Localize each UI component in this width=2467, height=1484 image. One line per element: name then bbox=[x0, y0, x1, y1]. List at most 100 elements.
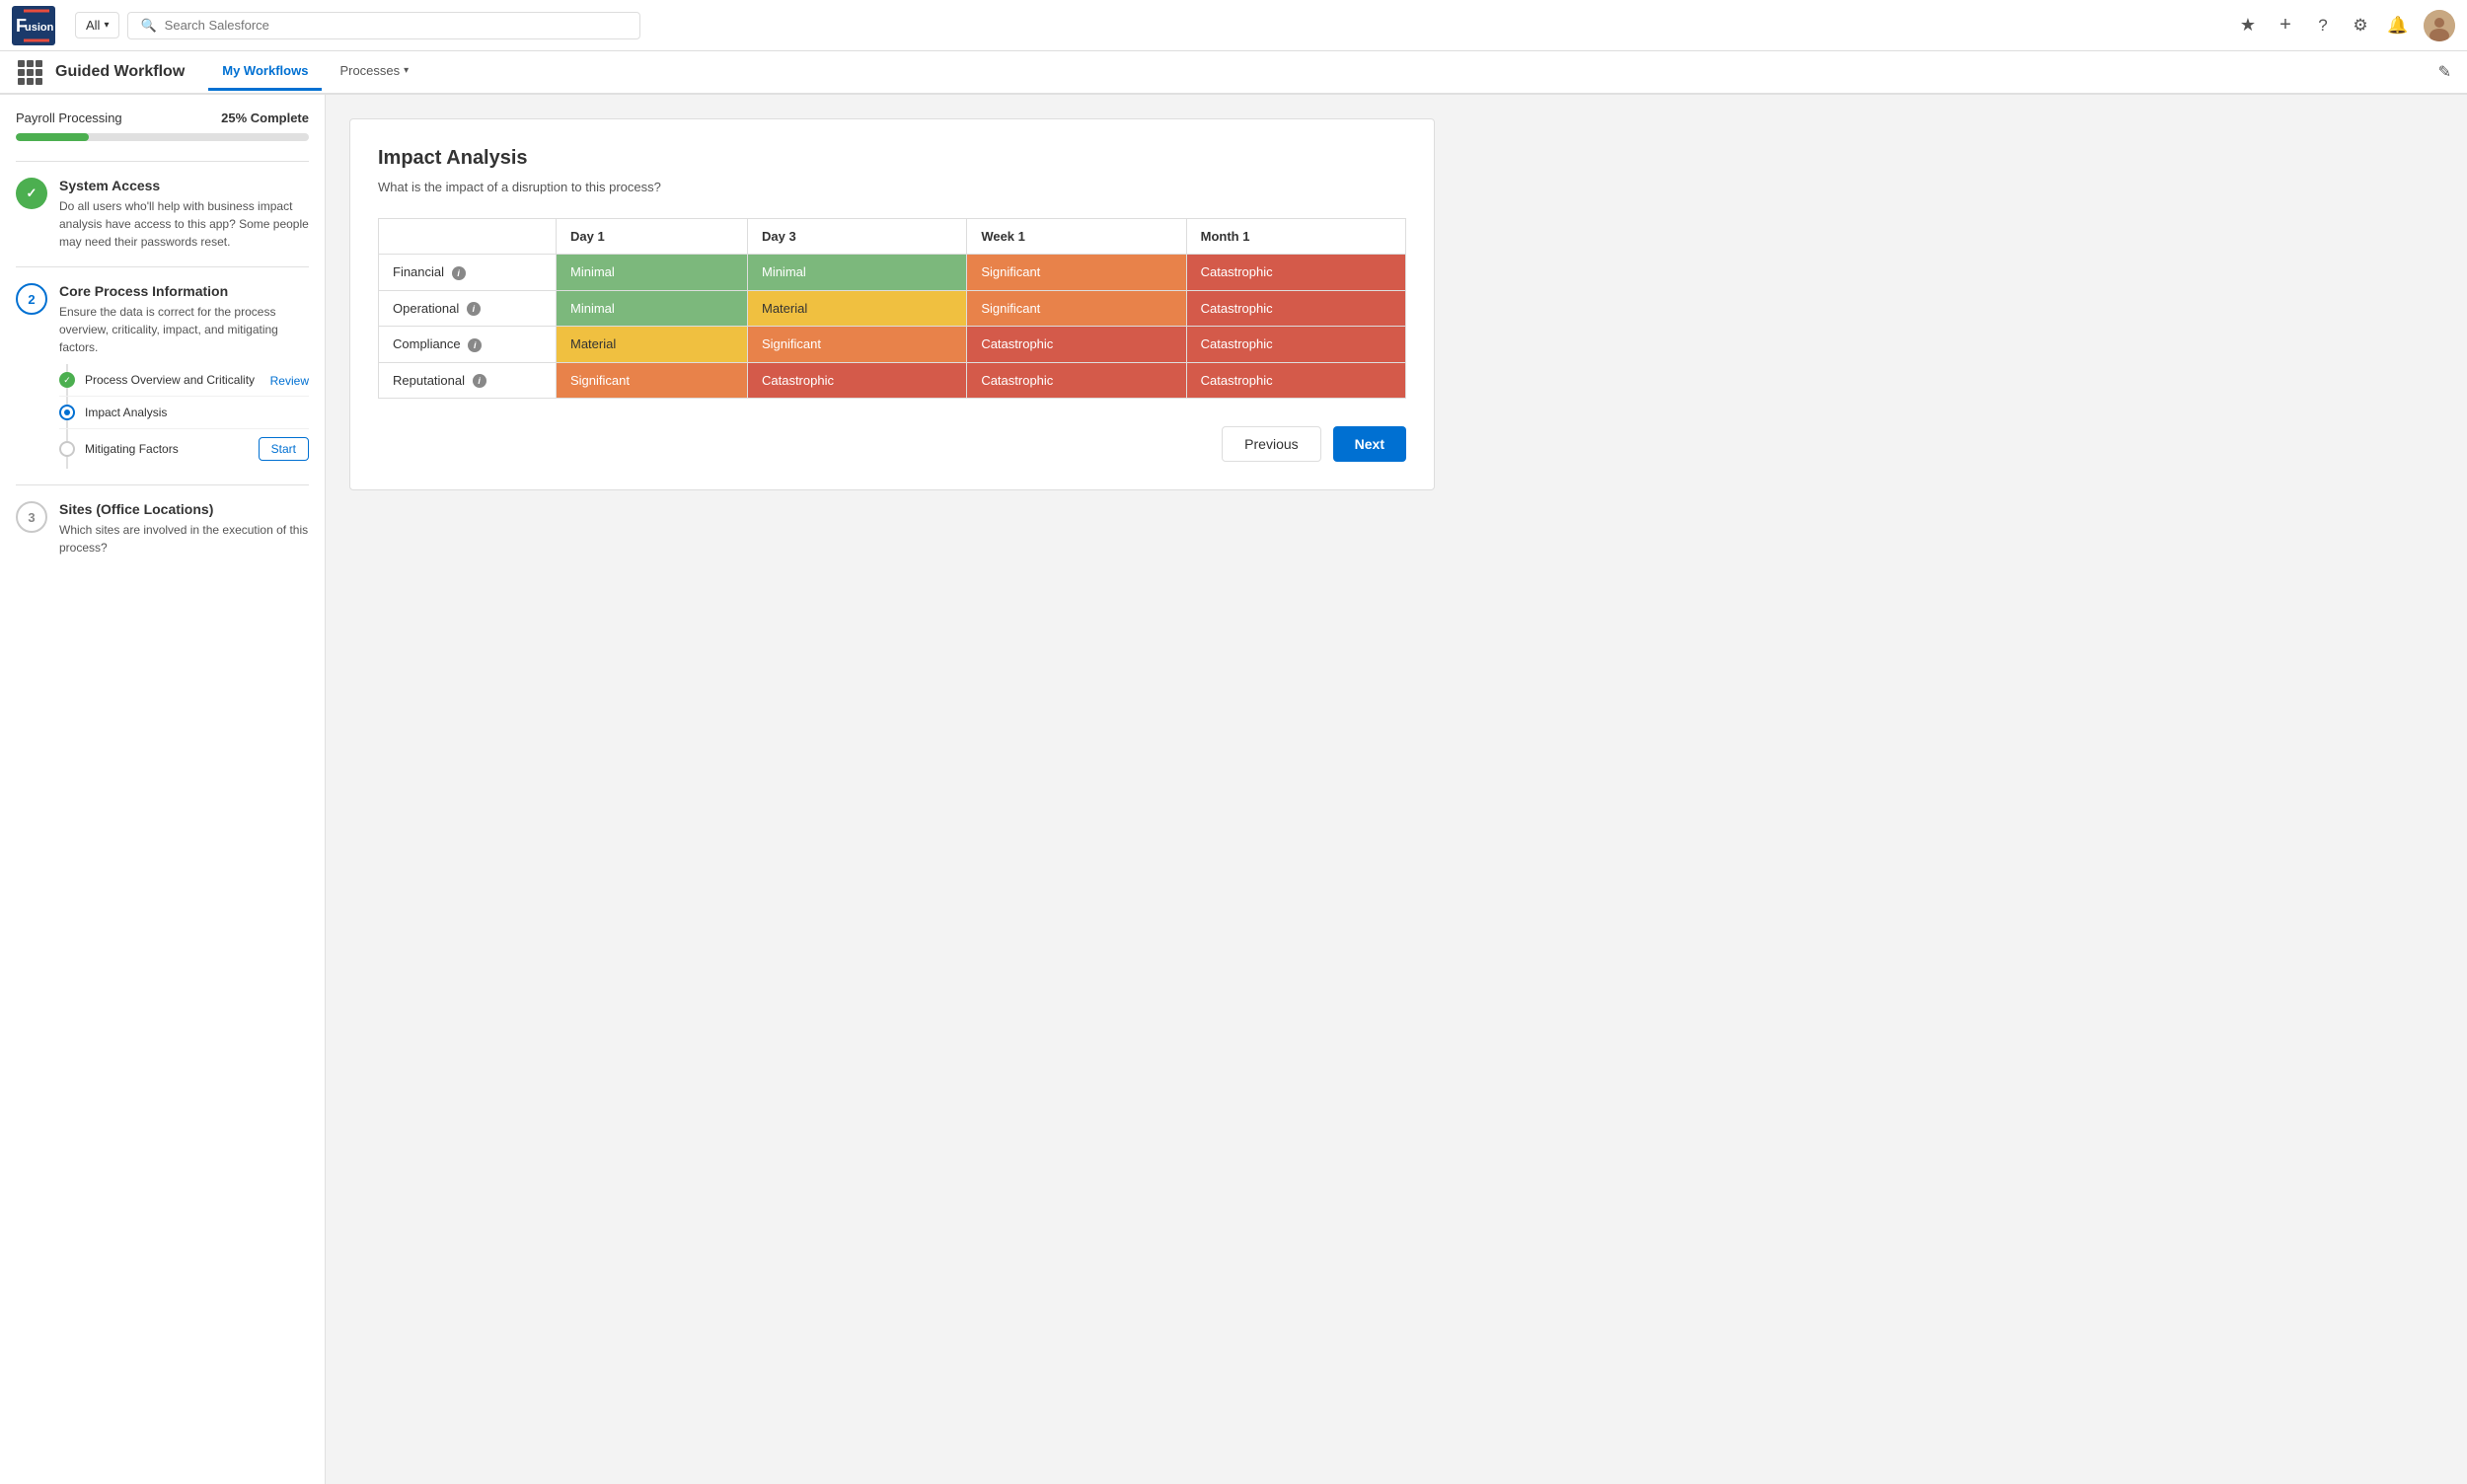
divider-2 bbox=[16, 266, 309, 267]
step-2-circle: 2 bbox=[16, 283, 47, 315]
impact-cell[interactable]: Catastrophic bbox=[1186, 290, 1405, 327]
review-link[interactable]: Review bbox=[270, 374, 309, 388]
step-1-header: ✓ System Access Do all users who'll help… bbox=[16, 178, 309, 251]
category-cell-operational: Operational i bbox=[379, 290, 557, 327]
search-icon: 🔍 bbox=[140, 18, 156, 34]
fusion-logo[interactable]: F usion bbox=[12, 6, 55, 45]
impact-cell[interactable]: Significant bbox=[557, 362, 748, 399]
action-row: Previous Next bbox=[378, 426, 1406, 462]
col-header-day1: Day 1 bbox=[557, 219, 748, 255]
impact-cell[interactable]: Minimal bbox=[557, 255, 748, 291]
next-button[interactable]: Next bbox=[1333, 426, 1406, 462]
progress-bar-background bbox=[16, 133, 309, 141]
divider-3 bbox=[16, 484, 309, 485]
impact-cell[interactable]: Significant bbox=[967, 290, 1186, 327]
step-2-description: Ensure the data is correct for the proce… bbox=[59, 303, 309, 356]
logo-area: F usion bbox=[12, 6, 55, 45]
progress-bar-fill bbox=[16, 133, 89, 141]
info-icon[interactable]: i bbox=[468, 338, 482, 352]
previous-button[interactable]: Previous bbox=[1222, 426, 1320, 462]
search-filter-label: All bbox=[86, 18, 100, 33]
impact-table: Day 1 Day 3 Week 1 Month 1 Financial iMi… bbox=[378, 218, 1406, 399]
col-header-month1: Month 1 bbox=[1186, 219, 1405, 255]
col-header-week1: Week 1 bbox=[967, 219, 1186, 255]
impact-cell[interactable]: Catastrophic bbox=[747, 362, 966, 399]
impact-cell[interactable]: Catastrophic bbox=[967, 327, 1186, 363]
table-row: Compliance iMaterialSignificantCatastrop… bbox=[379, 327, 1406, 363]
card-subtitle: What is the impact of a disruption to th… bbox=[378, 180, 1406, 194]
table-row: Reputational iSignificantCatastrophicCat… bbox=[379, 362, 1406, 399]
step-2-title: Core Process Information bbox=[59, 283, 309, 299]
info-icon[interactable]: i bbox=[473, 374, 486, 388]
search-input[interactable] bbox=[165, 18, 629, 33]
info-icon[interactable]: i bbox=[467, 302, 481, 316]
table-row: Financial iMinimalMinimalSignificantCata… bbox=[379, 255, 1406, 291]
step-3-title: Sites (Office Locations) bbox=[59, 501, 309, 517]
impact-cell[interactable]: Catastrophic bbox=[967, 362, 1186, 399]
step-1-title: System Access bbox=[59, 178, 309, 193]
secondary-navigation: Guided Workflow My Workflows Processes ▾… bbox=[0, 51, 2467, 95]
plus-icon[interactable]: + bbox=[2274, 14, 2297, 37]
sub-dot-impact-analysis bbox=[59, 405, 75, 420]
sub-step-mitigating-factors: Mitigating Factors Start bbox=[59, 429, 309, 469]
settings-icon[interactable]: ⚙ bbox=[2349, 14, 2372, 37]
step-3-header: 3 Sites (Office Locations) Which sites a… bbox=[16, 501, 309, 556]
impact-cell[interactable]: Catastrophic bbox=[1186, 362, 1405, 399]
step-3-circle: 3 bbox=[16, 501, 47, 533]
sub-action-review[interactable]: Review bbox=[270, 373, 309, 388]
sidebar: Payroll Processing 25% Complete ✓ System… bbox=[0, 95, 326, 1484]
page-title: Guided Workflow bbox=[55, 63, 185, 81]
progress-label: Payroll Processing bbox=[16, 111, 122, 125]
help-icon[interactable]: ? bbox=[2311, 14, 2335, 37]
category-cell-compliance: Compliance i bbox=[379, 327, 557, 363]
impact-cell[interactable]: Significant bbox=[747, 327, 966, 363]
divider-1 bbox=[16, 161, 309, 162]
sub-steps: Process Overview and Criticality Review … bbox=[59, 364, 309, 469]
impact-cell[interactable]: Material bbox=[747, 290, 966, 327]
impact-cell[interactable]: Minimal bbox=[747, 255, 966, 291]
impact-cell[interactable]: Significant bbox=[967, 255, 1186, 291]
workflow-step-2: 2 Core Process Information Ensure the da… bbox=[16, 283, 309, 469]
step-1-description: Do all users who'll help with business i… bbox=[59, 197, 309, 251]
chevron-down-icon: ▾ bbox=[404, 65, 409, 76]
col-header-day3: Day 3 bbox=[747, 219, 966, 255]
main-layout: Payroll Processing 25% Complete ✓ System… bbox=[0, 95, 2467, 1484]
search-filter-select[interactable]: All ▾ bbox=[75, 12, 119, 38]
progress-percentage: 25% Complete bbox=[221, 111, 309, 125]
table-row: Operational iMinimalMaterialSignificantC… bbox=[379, 290, 1406, 327]
sub-step-impact-analysis: Impact Analysis bbox=[59, 397, 309, 429]
progress-header: Payroll Processing 25% Complete bbox=[16, 111, 309, 125]
header-row: Day 1 Day 3 Week 1 Month 1 bbox=[379, 219, 1406, 255]
start-button[interactable]: Start bbox=[259, 437, 309, 461]
table-body: Financial iMinimalMinimalSignificantCata… bbox=[379, 255, 1406, 399]
category-cell-financial: Financial i bbox=[379, 255, 557, 291]
chevron-down-icon: ▾ bbox=[104, 20, 109, 31]
step-2-header: 2 Core Process Information Ensure the da… bbox=[16, 283, 309, 356]
col-header-category bbox=[379, 219, 557, 255]
edit-icon[interactable]: ✎ bbox=[2438, 62, 2451, 82]
step-1-content: System Access Do all users who'll help w… bbox=[59, 178, 309, 251]
apps-grid-icon[interactable] bbox=[16, 58, 43, 86]
step-2-content: Core Process Information Ensure the data… bbox=[59, 283, 309, 356]
sub-dot-mitigating bbox=[59, 441, 75, 457]
top-navigation: F usion All ▾ 🔍 ★ + ? ⚙ 🔔 bbox=[0, 0, 2467, 51]
user-avatar[interactable] bbox=[2424, 10, 2455, 41]
bell-icon[interactable]: 🔔 bbox=[2386, 14, 2410, 37]
tab-my-workflows[interactable]: My Workflows bbox=[208, 53, 322, 91]
step-3-content: Sites (Office Locations) Which sites are… bbox=[59, 501, 309, 556]
category-cell-reputational: Reputational i bbox=[379, 362, 557, 399]
sub-label-impact-analysis: Impact Analysis bbox=[85, 406, 309, 419]
impact-cell[interactable]: Minimal bbox=[557, 290, 748, 327]
workflow-step-1: ✓ System Access Do all users who'll help… bbox=[16, 178, 309, 251]
impact-analysis-card: Impact Analysis What is the impact of a … bbox=[349, 118, 1435, 490]
search-box[interactable]: 🔍 bbox=[127, 12, 640, 39]
progress-section: Payroll Processing 25% Complete bbox=[16, 111, 309, 141]
impact-cell[interactable]: Catastrophic bbox=[1186, 327, 1405, 363]
step-3-description: Which sites are involved in the executio… bbox=[59, 521, 309, 556]
impact-cell[interactable]: Material bbox=[557, 327, 748, 363]
sub-dot-process-overview bbox=[59, 372, 75, 388]
tab-processes[interactable]: Processes ▾ bbox=[326, 53, 422, 91]
favorites-icon[interactable]: ★ bbox=[2236, 14, 2260, 37]
impact-cell[interactable]: Catastrophic bbox=[1186, 255, 1405, 291]
info-icon[interactable]: i bbox=[452, 266, 466, 280]
